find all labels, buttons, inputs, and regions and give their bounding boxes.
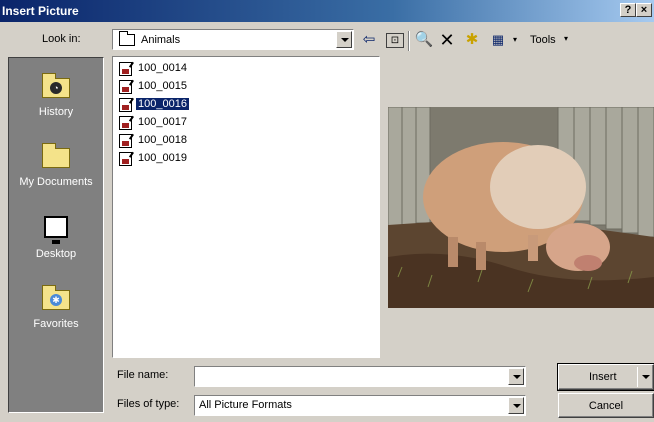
tools-dropdown-icon[interactable]: ▾ — [564, 34, 568, 43]
cancel-button[interactable]: Cancel — [558, 393, 654, 418]
file-name-input[interactable] — [194, 366, 526, 387]
file-item-name: 100_0016 — [135, 97, 190, 111]
my-documents-icon — [40, 142, 72, 172]
file-item-name: 100_0014 — [138, 62, 187, 74]
place-label: Desktop — [35, 248, 77, 260]
help-button[interactable]: ? — [620, 3, 636, 17]
desktop-icon — [40, 214, 72, 244]
file-item-name: 100_0018 — [138, 134, 187, 146]
close-button[interactable]: × — [636, 3, 652, 17]
files-of-type-label: Files of type: — [117, 398, 180, 410]
insert-button-label: Insert — [589, 371, 617, 383]
picture-file-icon — [119, 134, 132, 148]
views-dropdown-icon[interactable]: ▾ — [510, 31, 520, 49]
picture-file-icon — [119, 152, 132, 166]
dialog-title: Insert Picture — [2, 4, 79, 18]
picture-file-icon — [119, 62, 132, 76]
favorites-icon: ✱ — [40, 284, 72, 314]
tools-menu[interactable]: Tools — [530, 34, 556, 46]
place-label: Favorites — [33, 318, 79, 330]
place-label: History — [38, 106, 74, 118]
cancel-button-label: Cancel — [588, 400, 624, 412]
picture-file-icon — [119, 98, 132, 112]
place-my-documents[interactable]: My Documents — [9, 142, 103, 188]
file-item-name: 100_0019 — [138, 152, 187, 164]
files-of-type-value: All Picture Formats — [199, 399, 292, 411]
file-item-name: 100_0015 — [138, 80, 187, 92]
search-web-icon[interactable]: 🔍 — [413, 31, 435, 49]
place-history[interactable]: ◔ History — [9, 72, 103, 118]
delete-icon[interactable]: ✕ — [438, 31, 456, 49]
insert-button[interactable]: Insert — [557, 363, 654, 391]
new-folder-icon[interactable]: ✱ — [461, 31, 483, 49]
views-icon[interactable]: ▦ — [488, 31, 508, 49]
look-in-value: Animals — [141, 34, 181, 46]
folder-icon — [119, 31, 135, 46]
picture-file-icon — [119, 116, 132, 130]
place-favorites[interactable]: ✱ Favorites — [9, 284, 103, 330]
file-name-dropdown-arrow[interactable] — [508, 368, 524, 385]
history-icon: ◔ — [40, 72, 72, 102]
place-label: My Documents — [19, 176, 93, 188]
preview-image — [388, 107, 654, 308]
files-of-type-dropdown[interactable]: All Picture Formats — [194, 395, 526, 416]
look-in-dropdown-arrow[interactable] — [336, 31, 352, 48]
places-bar: ◔ History My Documents Desktop ✱ Favorit… — [8, 57, 104, 413]
files-of-type-dropdown-arrow[interactable] — [508, 397, 524, 414]
file-item-name: 100_0017 — [138, 116, 187, 128]
look-in-dropdown[interactable]: Animals — [112, 29, 354, 50]
file-list[interactable]: 100_0014 100_0015 100_0016 100_0017 100_0018… — [112, 56, 380, 358]
file-name-label: File name: — [117, 369, 169, 381]
back-icon[interactable]: ⇦ — [360, 31, 378, 49]
toolbar-separator — [408, 31, 410, 51]
insert-options-arrow[interactable] — [642, 375, 650, 379]
picture-file-icon — [119, 80, 132, 94]
preview-pane — [388, 57, 654, 357]
up-one-level-icon[interactable]: ⊡ — [386, 33, 404, 48]
place-desktop[interactable]: Desktop — [9, 214, 103, 260]
title-bar: Insert Picture ? × — [0, 0, 654, 22]
look-in-label: Look in: — [42, 33, 81, 45]
